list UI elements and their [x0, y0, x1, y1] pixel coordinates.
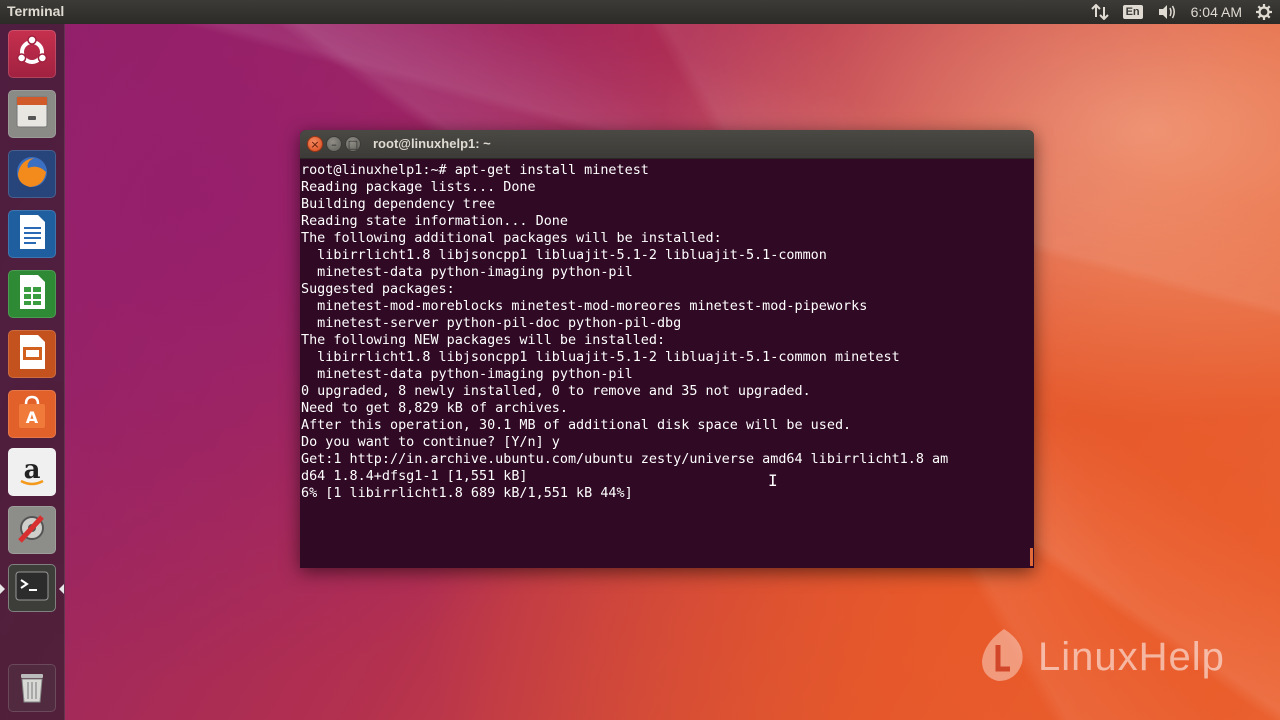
maximize-button[interactable]: □ [345, 136, 361, 152]
network-arrows-icon[interactable] [1090, 4, 1109, 20]
terminal-line: Reading state information... Done [301, 214, 568, 229]
terminal-line: Suggested packages: [301, 282, 455, 297]
software-bag-icon: A [12, 392, 52, 436]
gear-icon[interactable] [1256, 4, 1272, 20]
terminal-line: Building dependency tree [301, 197, 496, 212]
linuxhelp-logo-icon [976, 625, 1032, 689]
keyboard-layout-label: En [1122, 5, 1143, 19]
terminal-line: Get:1 http://in.archive.ubuntu.com/ubunt… [301, 452, 949, 467]
launcher-item-amazon[interactable]: a [8, 448, 56, 496]
calc-spreadsheet-icon [12, 272, 52, 316]
terminal-output[interactable]: root@linuxhelp1:~# apt-get install minet… [300, 159, 1034, 568]
terminal-line: minetest-server python-pil-doc python-pi… [301, 316, 682, 331]
ubuntu-logo-icon [12, 32, 52, 76]
settings-tools-icon [12, 508, 52, 552]
launcher-item-libreoffice-calc[interactable] [8, 270, 56, 318]
terminal-line: minetest-mod-moreblocks minetest-mod-mor… [301, 299, 868, 314]
launcher-item-ubuntu-software[interactable]: A [8, 390, 56, 438]
launcher-item-terminal[interactable] [8, 564, 56, 612]
terminal-line: d64 1.8.4+dfsg1-1 [1,551 kB] [301, 469, 528, 484]
active-indicator [59, 584, 64, 594]
svg-text:a: a [24, 455, 41, 485]
launcher-item-files[interactable] [8, 90, 56, 138]
indicator-area: En 6:04 AM [1090, 0, 1272, 24]
watermark-text: LinuxHelp [1038, 634, 1225, 679]
terminal-icon [12, 566, 52, 610]
launcher: A a [0, 24, 65, 720]
launcher-item-system-settings[interactable] [8, 506, 56, 554]
terminal-line: root@linuxhelp1:~# apt-get install minet… [301, 163, 649, 178]
impress-presentation-icon [12, 332, 52, 376]
terminal-line: Need to get 8,829 kB of archives. [301, 401, 568, 416]
terminal-scrollbar[interactable] [1030, 548, 1033, 566]
terminal-window[interactable]: × – □ root@linuxhelp1: ~ root@linuxhelp1… [300, 130, 1034, 568]
terminal-line: minetest-data python-imaging python-pil [301, 367, 633, 382]
mouse-ibeam-cursor-icon: I [768, 471, 778, 490]
clock[interactable]: 6:04 AM [1191, 4, 1242, 20]
terminal-line: The following NEW packages will be insta… [301, 333, 666, 348]
launcher-item-trash[interactable] [8, 664, 56, 712]
terminal-line: minetest-data python-imaging python-pil [301, 265, 633, 280]
close-button[interactable]: × [307, 136, 323, 152]
svg-text:A: A [26, 408, 39, 427]
launcher-item-ubuntu-dash[interactable] [8, 30, 56, 78]
terminal-line: libirrlicht1.8 libjsoncpp1 libluajit-5.1… [301, 350, 900, 365]
terminal-line: The following additional packages will b… [301, 231, 722, 246]
writer-document-icon [12, 212, 52, 256]
keyboard-layout-indicator[interactable]: En [1122, 5, 1143, 19]
top-panel: Terminal En 6:04 AM [0, 0, 1280, 24]
trash-icon [12, 666, 52, 710]
window-titlebar[interactable]: × – □ root@linuxhelp1: ~ [300, 130, 1034, 159]
volume-icon[interactable] [1157, 4, 1177, 20]
launcher-item-libreoffice-impress[interactable] [8, 330, 56, 378]
file-cabinet-icon [12, 92, 52, 136]
launcher-item-firefox[interactable] [8, 150, 56, 198]
terminal-line: 0 upgraded, 8 newly installed, 0 to remo… [301, 384, 811, 399]
launcher-item-libreoffice-writer[interactable] [8, 210, 56, 258]
terminal-line: Do you want to continue? [Y/n] y [301, 435, 560, 450]
terminal-line: After this operation, 30.1 MB of additio… [301, 418, 852, 433]
firefox-icon [12, 152, 52, 196]
active-app-title: Terminal [7, 3, 65, 19]
running-indicator [0, 584, 5, 594]
amazon-icon: a [12, 450, 52, 494]
linuxhelp-watermark: LinuxHelp [976, 625, 1225, 689]
terminal-line: 6% [1 libirrlicht1.8 689 kB/1,551 kB 44%… [301, 486, 633, 501]
terminal-line: libirrlicht1.8 libjsoncpp1 libluajit-5.1… [301, 248, 827, 263]
window-title: root@linuxhelp1: ~ [373, 136, 491, 151]
minimize-button[interactable]: – [326, 136, 342, 152]
terminal-line: Reading package lists... Done [301, 180, 536, 195]
